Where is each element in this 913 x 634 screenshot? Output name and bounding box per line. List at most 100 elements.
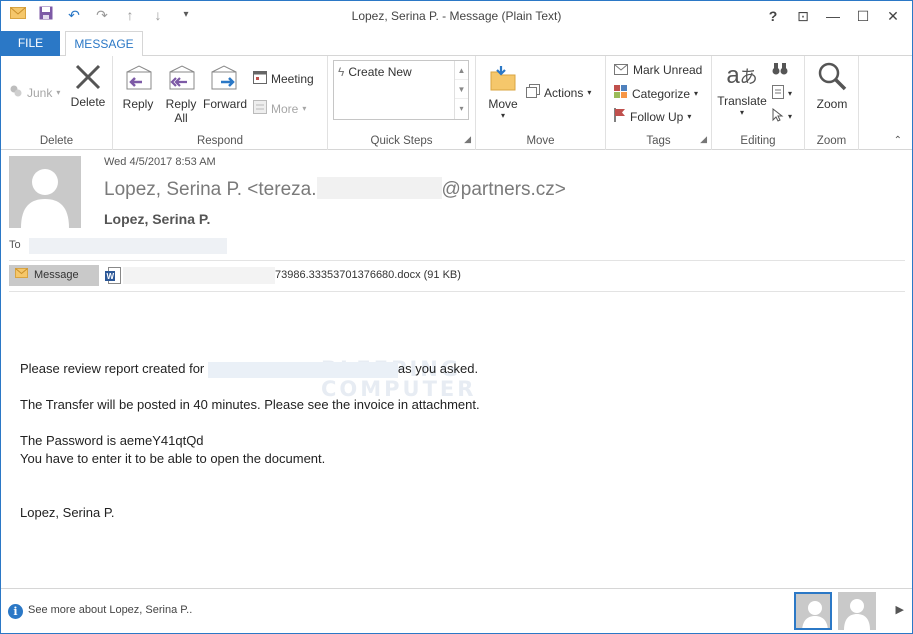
outlook-message-window: ↶ ↷ ↑ ↓ ▾ Lopez, Serina P. - Message (Pl… bbox=[0, 0, 913, 634]
chevron-down-icon: ▾ bbox=[56, 88, 61, 97]
envelope-icon bbox=[15, 265, 28, 286]
follow-up-button[interactable]: Follow Up ▾ bbox=[614, 108, 691, 125]
mark-unread-button[interactable]: Mark Unread bbox=[614, 62, 702, 78]
expand-gallery-icon[interactable]: ▾ bbox=[455, 99, 468, 118]
to-label: To bbox=[9, 239, 21, 251]
sender-address-suffix: @partners.cz> bbox=[441, 179, 566, 200]
person-avatar-selected[interactable] bbox=[794, 592, 832, 630]
reply-all-label-1: Reply bbox=[165, 97, 197, 111]
title-bar: ↶ ↷ ↑ ↓ ▾ Lopez, Serina P. - Message (Pl… bbox=[1, 1, 912, 31]
categorize-label: Categorize bbox=[632, 86, 691, 101]
cursor-icon bbox=[772, 107, 784, 125]
move-button[interactable]: Move ▾ bbox=[484, 62, 522, 120]
lightning-icon: ϟ bbox=[338, 65, 345, 79]
move-group-label: Move bbox=[526, 135, 555, 147]
divider bbox=[9, 260, 905, 261]
chevron-down-icon: ▾ bbox=[788, 89, 793, 98]
find-button[interactable] bbox=[772, 62, 788, 79]
actions-button[interactable]: Actions ▾ bbox=[526, 84, 591, 101]
scroll-up-icon[interactable]: ▲ bbox=[455, 61, 468, 80]
message-tab[interactable]: Message bbox=[9, 265, 99, 286]
dialog-launcher-icon[interactable]: ◢ bbox=[700, 134, 707, 145]
meeting-button[interactable]: Meeting bbox=[253, 70, 314, 87]
junk-button[interactable]: Junk ▾ bbox=[9, 84, 60, 101]
maximize-button[interactable]: ☐ bbox=[848, 3, 878, 29]
translate-button[interactable]: aあ Translate ▾ bbox=[716, 60, 768, 117]
chevron-down-icon: ▾ bbox=[687, 112, 692, 121]
person-avatar[interactable] bbox=[838, 592, 876, 630]
flag-icon bbox=[614, 108, 626, 125]
chevron-down-icon: ▾ bbox=[587, 88, 592, 97]
reply-button[interactable]: Reply bbox=[119, 62, 157, 111]
word-document-icon[interactable]: W bbox=[105, 267, 121, 284]
quick-steps-scroll[interactable]: ▲ ▼ ▾ bbox=[454, 61, 468, 119]
binoculars-icon bbox=[772, 62, 788, 79]
zoom-label: Zoom bbox=[816, 97, 848, 111]
redacted-recipient bbox=[29, 238, 227, 254]
sender-address[interactable]: Lopez, Serina P. <tereza. @partners.cz> bbox=[104, 176, 566, 201]
close-button[interactable]: ✕ bbox=[878, 3, 908, 29]
respond-group: Reply Reply All Forward Meeting More ▾ R… bbox=[113, 56, 328, 150]
editing-group: aあ Translate ▾ ▾ ▾ Editing bbox=[712, 56, 805, 150]
related-button[interactable]: ▾ bbox=[772, 85, 792, 102]
quick-steps-gallery: ϟ Create New ▲ ▼ ▾ bbox=[333, 60, 469, 120]
body-line-2: The Transfer will be posted in 40 minute… bbox=[20, 397, 480, 412]
mark-unread-icon bbox=[614, 62, 629, 78]
info-icon: i bbox=[8, 604, 23, 619]
scroll-down-icon[interactable]: ▼ bbox=[455, 80, 468, 99]
body-line-1-end: as you asked. bbox=[397, 361, 479, 376]
chevron-down-icon: ▾ bbox=[500, 111, 505, 120]
message-tab-label: Message bbox=[34, 269, 79, 281]
junk-icon bbox=[9, 84, 23, 101]
sender-address-prefix: Lopez, Serina P. <tereza. bbox=[104, 179, 317, 200]
create-new-label: Create New bbox=[348, 65, 412, 79]
create-new-quick-step[interactable]: ϟ Create New bbox=[338, 65, 412, 79]
body-line-4: You have to enter it to be able to open … bbox=[20, 451, 326, 466]
more-button[interactable]: More ▾ bbox=[253, 100, 306, 117]
translate-icon: aあ bbox=[726, 62, 758, 89]
forward-button[interactable]: Forward bbox=[202, 62, 248, 111]
categorize-button[interactable]: Categorize ▾ bbox=[614, 85, 698, 102]
watermark-line-2: COMPUTER bbox=[321, 377, 477, 401]
delete-group-label: Delete bbox=[39, 135, 74, 147]
see-more-link[interactable]: See more about Lopez, Serina P.. bbox=[28, 604, 192, 616]
help-icon[interactable]: ? bbox=[758, 3, 788, 29]
chevron-down-icon: ▾ bbox=[302, 104, 307, 113]
editing-group-label: Editing bbox=[740, 135, 776, 147]
tags-group: Mark Unread Categorize ▾ Follow Up ▾ Tag… bbox=[606, 56, 712, 150]
collapse-ribbon-icon[interactable]: ⌃ bbox=[894, 135, 902, 146]
window-controls: ? ⊡ — ☐ ✕ bbox=[758, 3, 908, 29]
zoom-group-label: Zoom bbox=[816, 135, 847, 147]
move-group: Move ▾ Actions ▾ Move bbox=[476, 56, 606, 150]
dialog-launcher-icon[interactable]: ◢ bbox=[464, 134, 471, 145]
follow-up-label: Follow Up bbox=[630, 109, 684, 124]
zoom-group: Zoom Zoom bbox=[805, 56, 859, 150]
signature: Lopez, Serina P. bbox=[20, 505, 115, 520]
reply-icon bbox=[119, 62, 157, 97]
zoom-button[interactable]: Zoom bbox=[811, 60, 853, 111]
chevron-down-icon: ▾ bbox=[739, 108, 744, 117]
tags-group-label: Tags bbox=[646, 135, 671, 147]
body-line-1: Please review report created for as you … bbox=[20, 361, 478, 378]
tab-file[interactable]: FILE bbox=[1, 31, 60, 56]
delete-button[interactable]: Delete bbox=[67, 62, 109, 109]
svg-text:W: W bbox=[107, 272, 115, 281]
ribbon: Junk ▾ Delete Delete Reply Reply All For… bbox=[1, 56, 912, 150]
sender-avatar bbox=[9, 156, 81, 228]
ribbon-display-icon[interactable]: ⊡ bbox=[788, 3, 818, 29]
attachment-row: Message W 73986.33353701376680.docx (91 … bbox=[9, 265, 905, 287]
chevron-right-icon[interactable]: ▶ bbox=[896, 603, 904, 616]
people-pane: i See more about Lopez, Serina P.. ▶ bbox=[1, 588, 912, 633]
tab-message[interactable]: MESSAGE bbox=[65, 31, 143, 57]
forward-icon bbox=[202, 62, 248, 97]
select-button[interactable]: ▾ bbox=[772, 107, 792, 125]
reply-all-label-2: All bbox=[174, 111, 188, 125]
delete-group: Junk ▾ Delete Delete bbox=[1, 56, 113, 150]
message-header: Wed 4/5/2017 8:53 AM Lopez, Serina P. <t… bbox=[1, 151, 912, 293]
magnifier-icon bbox=[811, 60, 853, 97]
ribbon-tabs: FILE MESSAGE bbox=[1, 31, 912, 57]
attachment-name[interactable]: 73986.33353701376680.docx (91 KB) bbox=[275, 269, 461, 281]
minimize-button[interactable]: — bbox=[818, 3, 848, 29]
reply-all-button[interactable]: Reply All bbox=[161, 62, 201, 125]
move-label: Move bbox=[488, 97, 518, 111]
